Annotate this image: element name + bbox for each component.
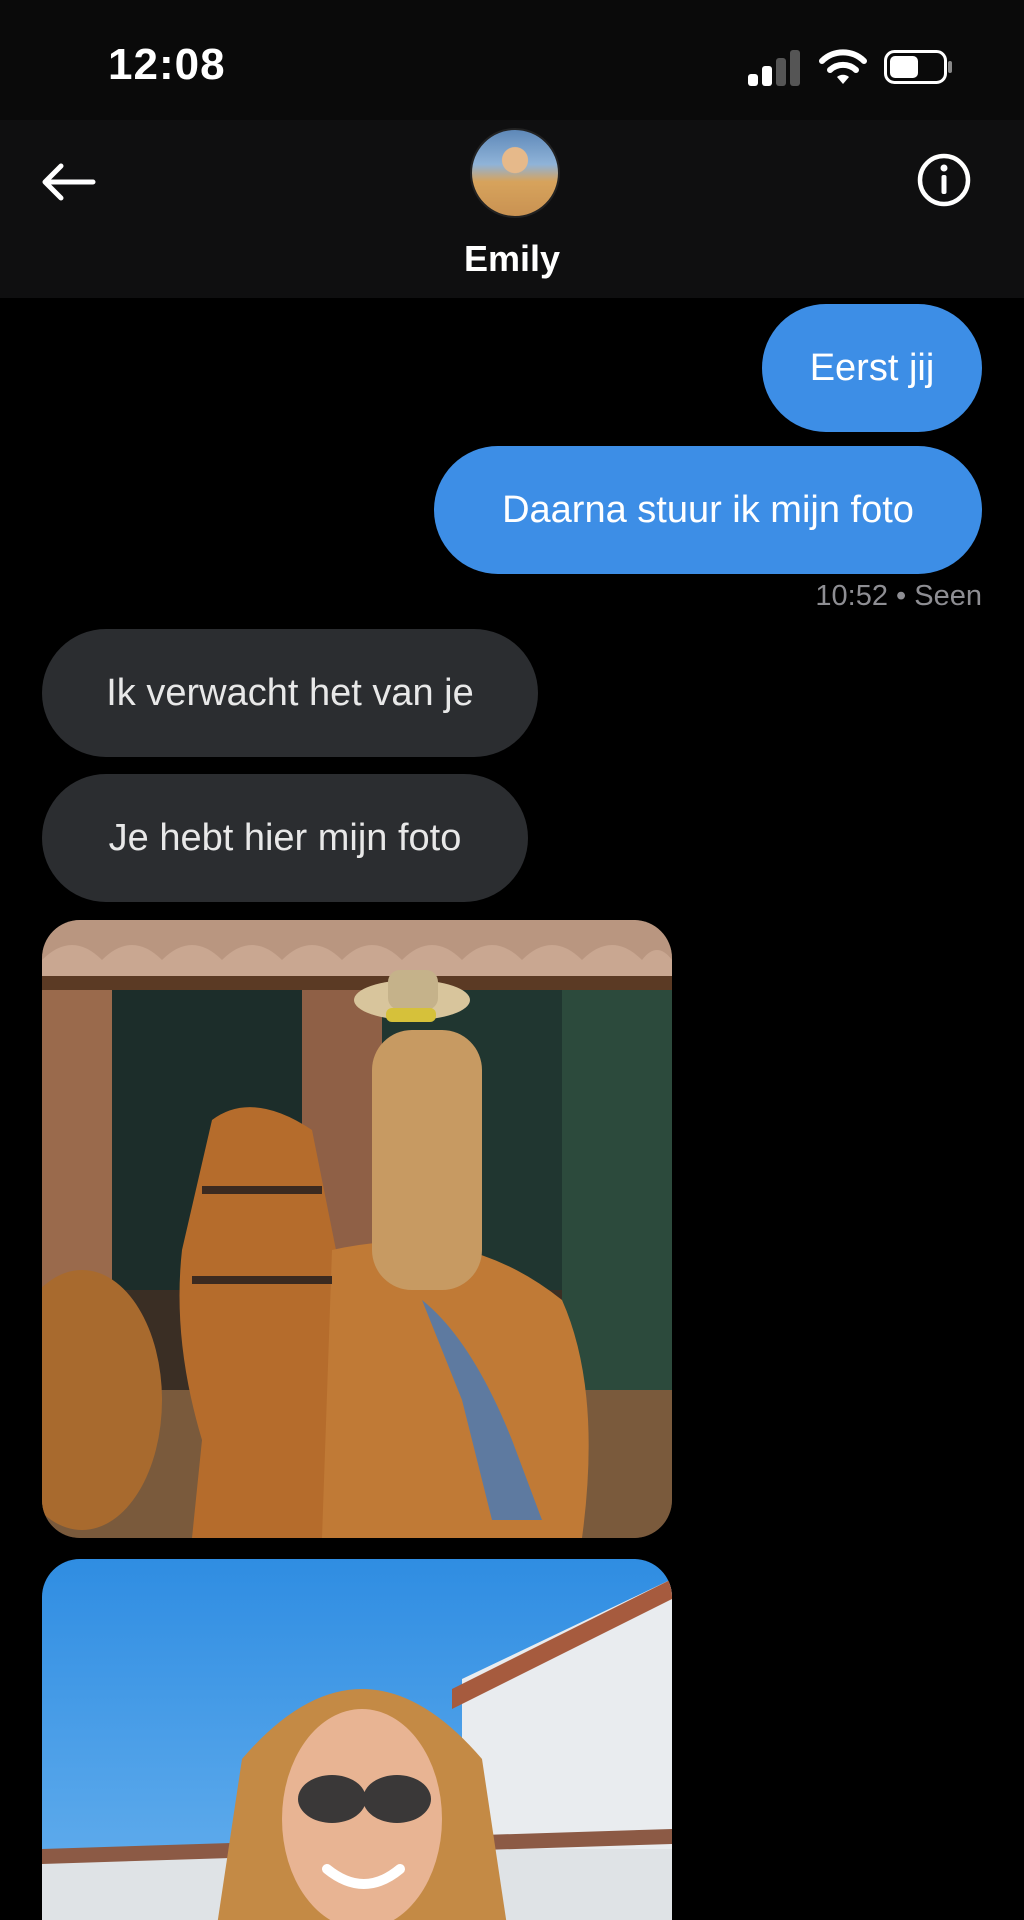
arrow-left-icon (42, 163, 96, 201)
seen-status: 10:52 • Seen (815, 580, 982, 612)
message-text: Eerst jij (809, 346, 935, 389)
info-circle-icon[interactable] (912, 148, 976, 212)
battery-icon (884, 50, 952, 84)
chat-header: Emily (0, 120, 1024, 298)
status-bar: 12:08 (0, 0, 1024, 120)
contact-avatar[interactable] (470, 128, 560, 218)
incoming-message[interactable]: Je hebt hier mijn foto (42, 774, 528, 902)
back-button[interactable] (36, 150, 100, 214)
message-text: Ik verwacht het van je (106, 671, 474, 714)
outgoing-message[interactable]: Eerst jij (762, 304, 982, 432)
wifi-icon (819, 49, 867, 84)
chat-screen: 12:08 Emily Eerst jij Daarna stuur ik mi… (0, 0, 1024, 1920)
woman-on-horse-photo[interactable] (42, 920, 672, 1538)
contact-name[interactable]: Emily (0, 238, 1024, 280)
message-text: Daarna stuur ik mijn foto (502, 488, 914, 531)
message-text: Je hebt hier mijn foto (108, 816, 462, 859)
status-time: 12:08 (108, 40, 226, 89)
incoming-message[interactable]: Ik verwacht het van je (42, 629, 538, 757)
cellular-signal-icon (748, 50, 802, 86)
woman-portrait-photo[interactable] (42, 1559, 672, 1920)
outgoing-message[interactable]: Daarna stuur ik mijn foto (434, 446, 982, 574)
